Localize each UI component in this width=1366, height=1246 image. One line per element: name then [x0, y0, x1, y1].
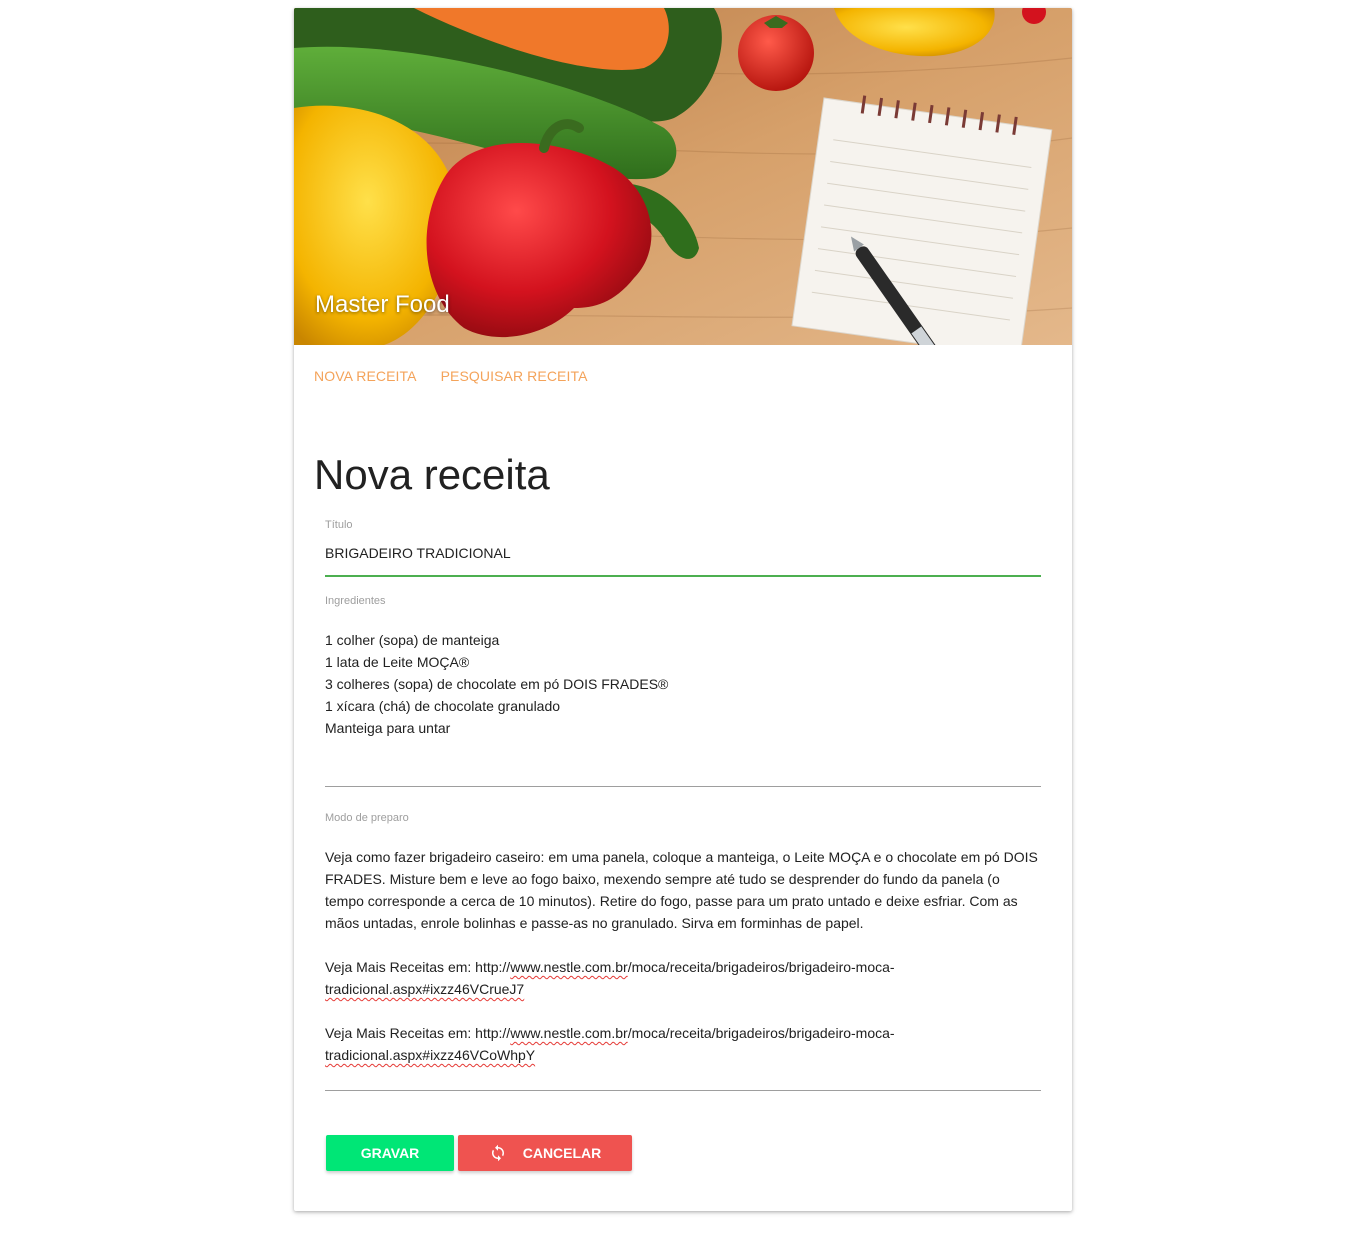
prep-label: Modo de preparo — [325, 812, 409, 824]
prep-link-line-1: Veja Mais Receitas em: http://www.nestle… — [325, 959, 895, 997]
save-button-label: GRAVAR — [360, 1145, 420, 1161]
ingredients-label: Ingredientes — [325, 595, 386, 607]
cancel-button-label: CANCELAR — [522, 1145, 602, 1161]
ingredient-line: 1 colher (sopa) de manteiga — [325, 632, 500, 648]
ingredient-line: 1 xícara (chá) de chocolate granulado — [325, 698, 561, 714]
prep-paragraph: Veja como fazer brigadeiro caseiro: em u… — [325, 849, 1038, 931]
header-image: Master Food — [294, 8, 1072, 345]
ingredient-line: 1 lata de Leite MOÇA® — [325, 654, 470, 670]
page-title: Nova receita — [314, 451, 550, 498]
nav-nova-receita[interactable]: NOVA RECEITA — [314, 368, 417, 388]
save-button[interactable]: GRAVAR — [326, 1135, 454, 1171]
prep-textarea[interactable]: Veja como fazer brigadeiro caseiro: em u… — [325, 846, 1041, 1066]
ingredient-line: 3 colheres (sopa) de chocolate em pó DOI… — [325, 676, 669, 692]
title-label: Título — [325, 519, 353, 531]
title-input[interactable]: BRIGADEIRO TRADICIONAL — [325, 542, 1041, 564]
ingredients-textarea[interactable]: 1 colher (sopa) de manteiga 1 lata de Le… — [325, 629, 1041, 739]
prep-underline — [325, 1090, 1041, 1091]
ingredients-underline — [325, 786, 1041, 787]
prep-link-line-2: Veja Mais Receitas em: http://www.nestle… — [325, 1025, 895, 1063]
recipe-card: Master Food NOVA RECEITA PESQUISAR RECEI… — [294, 8, 1072, 1211]
cancel-button[interactable]: CANCELAR — [458, 1135, 632, 1171]
refresh-icon — [489, 1144, 507, 1162]
app-title: Master Food — [315, 291, 450, 318]
title-underline — [325, 575, 1041, 577]
nav-pesquisar-receita[interactable]: PESQUISAR RECEITA — [441, 368, 588, 388]
top-nav: NOVA RECEITA PESQUISAR RECEITA — [314, 368, 588, 388]
ingredient-line: Manteiga para untar — [325, 720, 451, 736]
